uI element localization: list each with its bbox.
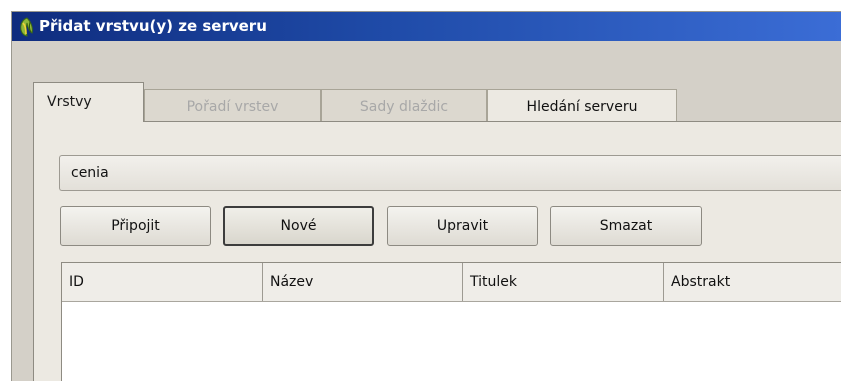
layers-tab-panel: cenia Připojit Nové Upravit Smazat ID Ná… (33, 121, 841, 381)
tab-tilesets: Sady dlaždic (321, 89, 487, 123)
connection-select[interactable]: cenia (59, 155, 841, 191)
new-button[interactable]: Nové (223, 206, 374, 246)
column-header-abstract[interactable]: Abstrakt (664, 263, 841, 301)
add-wms-layer-dialog: Přidat vrstvu(y) ze serveru Vrstvy Pořad… (11, 11, 841, 381)
delete-button[interactable]: Smazat (550, 206, 702, 246)
tab-server-search[interactable]: Hledání serveru (487, 89, 677, 123)
tab-layer-order: Pořadí vrstev (144, 89, 321, 123)
edit-button[interactable]: Upravit (387, 206, 538, 246)
table-header: ID Název Titulek Abstrakt (62, 263, 841, 302)
title-bar[interactable]: Přidat vrstvu(y) ze serveru (12, 12, 841, 41)
column-header-id[interactable]: ID (62, 263, 263, 301)
column-header-name[interactable]: Název (263, 263, 463, 301)
layers-table[interactable]: ID Název Titulek Abstrakt (61, 262, 841, 381)
column-header-title[interactable]: Titulek (463, 263, 664, 301)
window-title: Přidat vrstvu(y) ze serveru (39, 17, 267, 35)
tab-layers[interactable]: Vrstvy (33, 82, 144, 122)
connect-button[interactable]: Připojit (60, 206, 211, 246)
qgis-icon (18, 17, 36, 37)
